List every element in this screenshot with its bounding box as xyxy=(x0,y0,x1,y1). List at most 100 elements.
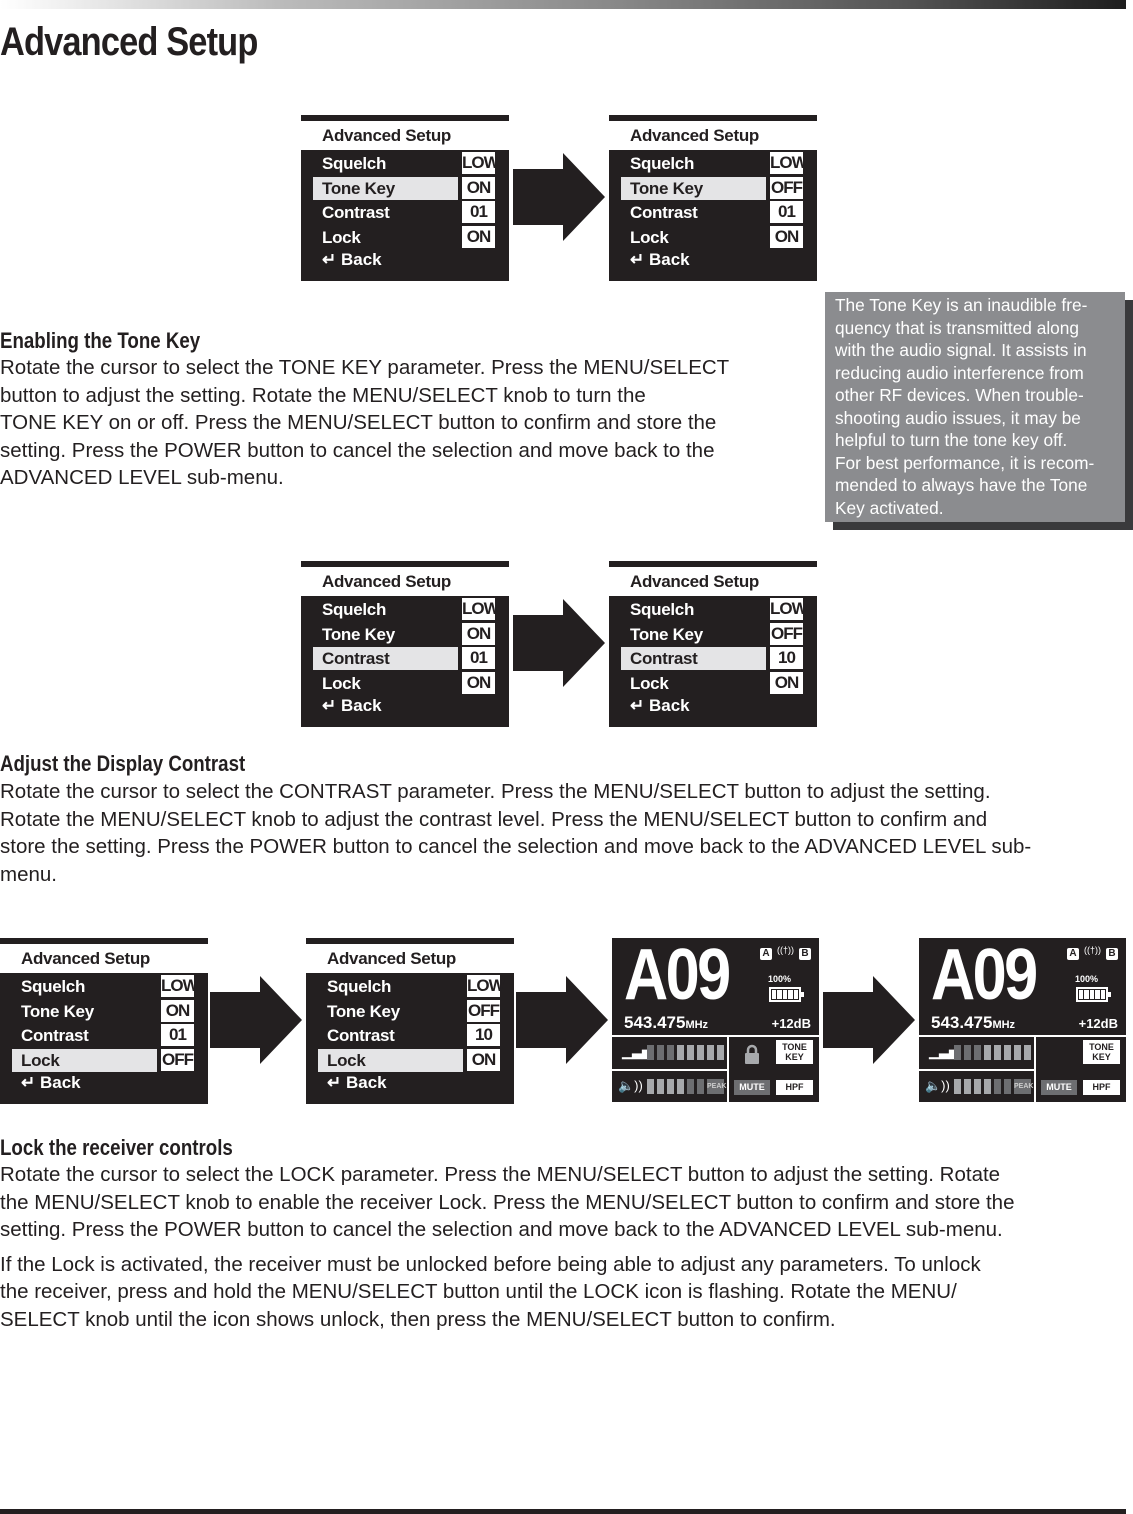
menu-value: 01 xyxy=(770,201,803,223)
text-line: menu. xyxy=(0,862,57,886)
meter-segment xyxy=(647,1045,654,1060)
back-arrow-icon: ↵ xyxy=(630,696,649,715)
text-line: the receiver, press and hold the MENU/SE… xyxy=(0,1280,957,1303)
right-arrow-icon xyxy=(513,599,605,687)
text-line: reducing audio interference from xyxy=(835,362,1084,383)
antenna-b-icon: B xyxy=(1106,948,1118,960)
meter-segment xyxy=(984,1079,991,1094)
text-line: Rotate the cursor to select the LOCK par… xyxy=(0,1163,1001,1186)
frequency: 543.475MHz xyxy=(931,1013,1015,1033)
right-arrow-icon xyxy=(513,153,605,241)
menu-row-lock: Lock xyxy=(12,1048,157,1072)
text-line: mended to always have the Tone xyxy=(835,475,1088,495)
back-arrow-icon: ↵ xyxy=(327,1073,346,1092)
meter-segment xyxy=(717,1045,724,1060)
meter-segment xyxy=(707,1045,714,1060)
text-line: with the audio signal. It assists in xyxy=(835,340,1087,360)
menu-row-contrast: Contrast xyxy=(313,647,458,670)
menu-row-tone-key: Tone Key xyxy=(322,624,395,644)
battery-percent: 100% xyxy=(1075,974,1099,984)
menu-title: Advanced Setup xyxy=(630,126,759,145)
battery-segment xyxy=(793,990,799,999)
menu-value: ON xyxy=(462,622,495,645)
meter-segment xyxy=(974,1045,981,1060)
menu-value: ON xyxy=(462,176,495,199)
meter-segment xyxy=(687,1045,694,1060)
menu-back: ↵ Back xyxy=(630,250,690,270)
menu-row-squelch: Squelch xyxy=(630,154,695,173)
meter-segment xyxy=(964,1079,971,1094)
frequency-value: 543.475 xyxy=(624,1013,686,1032)
menu-row-lock: Lock xyxy=(322,227,361,247)
text-line: the MENU/SELECT knob to enable the recei… xyxy=(0,1190,1015,1214)
menu-title: Advanced Setup xyxy=(327,949,456,968)
battery-segment xyxy=(1100,990,1106,999)
back-label: Back xyxy=(648,250,690,269)
back-label: Back xyxy=(340,250,382,269)
menu-row-tone-key: Tone Key xyxy=(327,1001,400,1021)
text-line: The Tone Key is an inaudible fre- xyxy=(835,295,1088,315)
menu-value: LOW xyxy=(462,598,500,620)
meter-segment xyxy=(974,1079,981,1094)
menu-value: LOW xyxy=(770,598,808,620)
meter-segment xyxy=(697,1045,704,1060)
advanced-setup-menu-screen: Advanced Setup Squelch LOW Tone Key ON Contra… xyxy=(301,561,509,727)
hpf-indicator: HPF xyxy=(1083,1080,1120,1095)
menu-top-bar xyxy=(301,561,509,567)
peak-indicator: PEAK xyxy=(1014,1079,1033,1094)
receiver-display-screen: A09 A ((†)) B 100% 543.475MHz +12dB ▁▃▅ 🔈)) PEAK T… xyxy=(612,935,819,1102)
section-title-tone-key: Enabling the Tone Key xyxy=(0,328,201,353)
menu-back: ↵ Back xyxy=(630,696,690,716)
menu-row-tone-key: Tone Key xyxy=(630,624,703,644)
menu-row-contrast: Contrast xyxy=(621,647,766,670)
hpf-indicator: HPF xyxy=(776,1080,813,1095)
menu-top-bar xyxy=(306,938,514,944)
menu-value: ON xyxy=(462,671,495,694)
text-line: Rotate the cursor to select the TONE KEY… xyxy=(0,356,730,379)
battery-segment xyxy=(1089,990,1095,999)
meter-segment xyxy=(657,1079,664,1094)
battery-segment xyxy=(782,990,788,999)
audio-meter xyxy=(954,1079,1011,1094)
antenna-icon: ((†)) xyxy=(1084,945,1101,955)
menu-value: 10 xyxy=(770,647,803,669)
meter-segment xyxy=(667,1045,674,1060)
menu-value: ON xyxy=(770,671,803,694)
rf-meter xyxy=(647,1045,724,1060)
meter-segment xyxy=(994,1079,1001,1094)
menu-value: LOW xyxy=(467,975,505,997)
header-gradient-bar xyxy=(0,0,1126,9)
meter-segment xyxy=(984,1045,991,1060)
back-arrow-icon: ↵ xyxy=(630,250,649,269)
menu-value: OFF xyxy=(161,1048,194,1071)
menu-title: Advanced Setup xyxy=(322,572,451,591)
lock-paragraph-2: If the Lock is activated, the receiver m… xyxy=(0,1251,1014,1334)
mute-indicator: MUTE xyxy=(734,1080,770,1095)
back-label: Back xyxy=(340,696,382,715)
meter-segment xyxy=(964,1045,971,1060)
section-title-contrast: Adjust the Display Contrast xyxy=(0,751,246,776)
advanced-setup-menu-screen: Advanced Setup Squelch LOW Tone Key ON Contra… xyxy=(301,115,509,281)
menu-row-squelch: Squelch xyxy=(21,977,86,996)
menu-row-lock: Lock xyxy=(630,227,669,247)
contrast-text: Rotate the cursor to select the CONTRAST… xyxy=(0,778,1031,888)
battery-segment xyxy=(772,990,777,999)
antenna-a-icon: A xyxy=(760,948,772,960)
menu-value: OFF xyxy=(770,622,803,645)
menu-row-contrast: Contrast xyxy=(327,1026,395,1045)
menu-row-squelch: Squelch xyxy=(322,600,387,619)
meter-segment xyxy=(667,1079,674,1094)
text-line: shooting audio issues, it may be xyxy=(835,407,1081,428)
meter-segment xyxy=(677,1079,684,1094)
text-line: setting. Press the POWER button to cance… xyxy=(0,1218,1003,1241)
menu-row-tone-key: Tone Key xyxy=(621,176,766,200)
meter-segment xyxy=(1004,1045,1011,1060)
menu-value: ON xyxy=(462,225,495,248)
speaker-icon: 🔈)) xyxy=(618,1078,643,1093)
meter-segment xyxy=(697,1079,704,1094)
menu-top-bar xyxy=(0,938,208,944)
channel-number: A09 xyxy=(931,935,1038,1015)
right-arrow-icon xyxy=(210,976,302,1064)
text-line: Rotate the cursor to select the CONTRAST… xyxy=(0,780,991,803)
text-line: store the setting. Press the POWER butto… xyxy=(0,835,1032,858)
